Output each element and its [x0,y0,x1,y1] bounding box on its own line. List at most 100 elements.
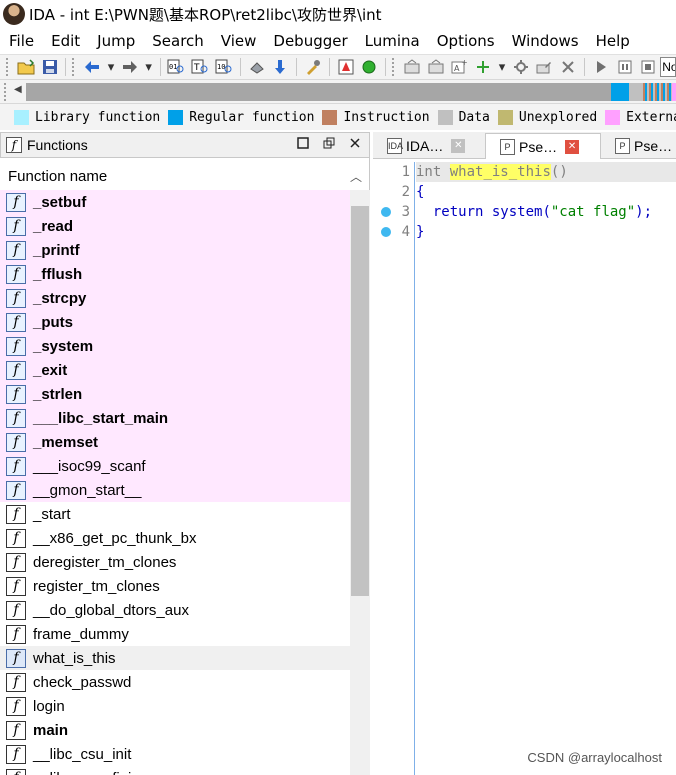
function-row[interactable]: f what_is_this [0,646,350,670]
svg-text:01: 01 [169,63,177,71]
function-row[interactable]: f _system [0,334,350,358]
function-row[interactable]: f ___libc_start_main [0,406,350,430]
function-name: __libc_csu_fini [33,770,131,775]
data-icon[interactable] [426,57,446,77]
menu-options[interactable]: Options [428,32,503,50]
tab-pseudocode-1[interactable]: P Pse… ✕ [485,133,601,159]
menu-file[interactable]: File [0,32,42,50]
function-row[interactable]: f _puts [0,310,350,334]
function-row[interactable]: f deregister_tm_clones [0,550,350,574]
stop-icon[interactable] [638,57,658,77]
menu-windows[interactable]: Windows [503,32,587,50]
function-name-column-header[interactable]: Function name ︿ [0,164,370,188]
tab-close-icon[interactable]: ✕ [451,139,466,153]
function-row[interactable]: f _setbuf [0,190,350,214]
functions-panel-header[interactable]: f Functions [0,132,370,158]
tab-pseudocode-2[interactable]: P Pse… [601,133,676,159]
function-icon: f [6,216,26,236]
function-row[interactable]: f main [0,718,350,742]
function-row[interactable]: f _strlen [0,382,350,406]
restore-icon[interactable] [319,136,339,154]
function-row[interactable]: f __libc_csu_fini [0,766,350,775]
function-row[interactable]: f login [0,694,350,718]
pause-icon[interactable] [615,57,635,77]
menu-jump[interactable]: Jump [88,32,143,50]
function-row[interactable]: f _fflush [0,262,350,286]
binary-search-icon[interactable]: 01 [167,57,187,77]
function-name-highlight[interactable]: what_is_this [449,164,551,180]
tab-ida-view[interactable]: IDA IDA… ✕ [373,133,485,159]
code-line-2[interactable]: { [416,182,676,202]
stack-icon[interactable] [247,57,267,77]
code-icon[interactable] [402,57,422,77]
toolbar-grip[interactable] [6,58,10,76]
line-number-gutter[interactable]: 1 2 3 4 [373,162,415,775]
function-row[interactable]: f ___isoc99_scanf [0,454,350,478]
functions-scrollbar[interactable] [350,190,370,775]
minimize-icon[interactable] [293,136,313,154]
code-view[interactable]: int what_is_this() { return system("cat … [416,162,676,775]
code-line-4[interactable]: } [416,222,676,242]
function-row[interactable]: f _exit [0,358,350,382]
legend-item: Regular function [168,109,314,125]
chevron-down-icon[interactable]: ▾ [497,57,507,77]
nav-left-arrow-icon[interactable]: ◀ [14,84,22,95]
system-call[interactable]: system( [483,204,551,220]
back-arrow-icon[interactable] [82,57,102,77]
breakpoint-dot-icon[interactable] [381,227,391,237]
edit-icon[interactable] [535,57,555,77]
nav-grip[interactable] [4,83,6,101]
menu-lumina[interactable]: Lumina [356,32,428,50]
function-icon: f [6,576,26,596]
close-panel-icon[interactable] [345,136,365,154]
function-row[interactable]: f _strcpy [0,286,350,310]
run-green-icon[interactable] [359,57,379,77]
function-row[interactable]: f __gmon_start__ [0,478,350,502]
breakpoint-dot-icon[interactable] [381,207,391,217]
close-icon[interactable] [558,57,578,77]
debugger-select[interactable]: No [660,57,676,77]
immediate-search-icon[interactable]: 10 [214,57,234,77]
navigation-strip[interactable] [26,83,676,101]
toolbar: ▾ ▾ 01 T 10 A + ▾ No [0,54,676,80]
menu-search[interactable]: Search [143,32,212,50]
play-icon[interactable] [591,57,611,77]
menu-help[interactable]: Help [587,32,638,50]
add-icon[interactable] [473,57,493,77]
save-icon[interactable] [40,57,60,77]
graph-icon[interactable] [336,57,356,77]
menu-debugger[interactable]: Debugger [264,32,355,50]
function-row[interactable]: f check_passwd [0,670,350,694]
function-row[interactable]: f __x86_get_pc_thunk_bx [0,526,350,550]
text-search-icon[interactable]: T [190,57,210,77]
chevron-down-icon[interactable]: ▾ [144,57,154,77]
function-row[interactable]: f register_tm_clones [0,574,350,598]
function-row[interactable]: f _printf [0,238,350,262]
function-row[interactable]: f frame_dummy [0,622,350,646]
jump-down-icon[interactable] [270,57,290,77]
settings-icon[interactable] [511,57,531,77]
chevron-down-icon[interactable]: ▾ [106,57,116,77]
script-icon[interactable] [303,57,323,77]
function-icon: f [6,288,26,308]
function-row[interactable]: f _start [0,502,350,526]
open-icon[interactable] [16,57,36,77]
forward-arrow-icon[interactable] [120,57,140,77]
menu-bar: File Edit Jump Search View Debugger Lumina Opti… [0,28,676,54]
function-row[interactable]: f _read [0,214,350,238]
toolbar-grip[interactable] [72,58,76,76]
function-row[interactable]: f __libc_csu_init [0,742,350,766]
tab-close-icon[interactable]: ✕ [565,139,580,154]
menu-edit[interactable]: Edit [42,32,88,50]
function-row[interactable]: f _memset [0,430,350,454]
app-icon[interactable] [3,3,25,25]
scrollbar-thumb[interactable] [351,206,369,596]
menu-view[interactable]: View [212,32,265,50]
function-row[interactable]: f __do_global_dtors_aux [0,598,350,622]
string-icon[interactable]: A + [450,57,470,77]
code-line-3[interactable]: return system("cat flag"); [416,202,676,222]
code-line-1[interactable]: int what_is_this() [416,162,676,182]
toolbar-grip[interactable] [392,58,396,76]
functions-list[interactable]: f _setbuf f _read f _printf f _fflush f _strcpy f _… [0,190,350,775]
sort-chevron-icon[interactable]: ︿ [350,168,362,185]
